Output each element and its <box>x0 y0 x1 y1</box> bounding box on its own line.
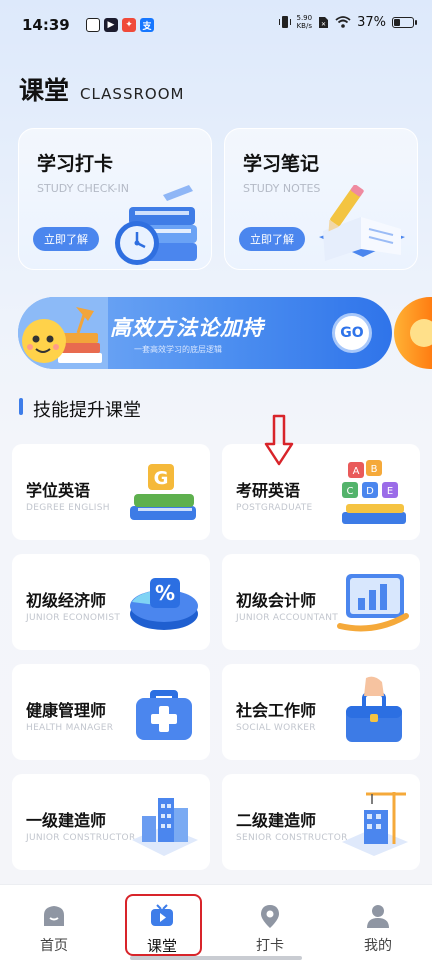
video-app-icon: ▶ <box>104 18 118 32</box>
course-card-first-class-constructor[interactable]: 一级建造师 JUNIOR CONSTRUCTOR <box>12 774 210 870</box>
home-indicator[interactable] <box>130 956 302 960</box>
course-card-postgraduate-english[interactable]: 考研英语 POSTGRADUATE A B C D E <box>222 444 420 540</box>
svg-text:%: % <box>155 581 175 605</box>
course-card-junior-economist[interactable]: 初级经济师 JUNIOR ECONOMIST % <box>12 554 210 650</box>
notebook-pencil-icon <box>319 185 405 261</box>
study-checkin-card[interactable]: 学习打卡 STUDY CHECK-IN 立即了解 <box>18 128 212 270</box>
svg-text:G: G <box>154 468 169 489</box>
course-title: 考研英语 <box>236 481 301 500</box>
svg-text:C: C <box>347 486 354 497</box>
network-speed: 5.90 KB/s <box>296 14 313 30</box>
next-banner-peek[interactable] <box>394 297 432 369</box>
go-button[interactable]: GO <box>332 313 372 353</box>
battery-percent: 37% <box>357 14 386 30</box>
learn-more-button[interactable]: 立即了解 <box>239 227 305 251</box>
study-notes-card[interactable]: 学习笔记 STUDY NOTES 立即了解 <box>224 128 418 270</box>
flame-icon <box>410 319 432 347</box>
mascot-lamp-icon <box>18 297 108 369</box>
notification-icons: ▶ ✦ 支 <box>86 18 154 32</box>
svg-text:E: E <box>387 486 393 497</box>
card-title: 学习打卡 <box>37 153 114 175</box>
course-card-health-manager[interactable]: 健康管理师 HEALTH MANAGER <box>12 664 210 760</box>
medical-kit-icon <box>136 690 192 740</box>
status-bar: 14:39 ▶ ✦ 支 5.90 KB/s ✕ 37% <box>0 0 432 50</box>
page-subtitle: CLASSROOM <box>80 85 185 103</box>
svg-text:B: B <box>371 464 378 475</box>
battery-icon <box>392 16 417 28</box>
location-pin-icon <box>261 905 279 928</box>
nav-item-mine[interactable]: 我的 <box>324 885 432 964</box>
svg-text:D: D <box>366 486 374 497</box>
nav-item-home[interactable]: 首页 <box>0 885 108 964</box>
course-subtitle: POSTGRADUATE <box>236 503 313 513</box>
section-accent-bar <box>19 398 23 415</box>
course-subtitle: HEALTH MANAGER <box>26 723 114 733</box>
abcde-blocks-icon: A B C D E <box>342 460 406 524</box>
course-title: 一级建造师 <box>26 811 107 830</box>
nav-label: 我的 <box>364 938 392 954</box>
course-title: 初级经济师 <box>26 591 107 610</box>
page-title: 课堂 <box>19 76 70 105</box>
user-icon <box>367 905 389 928</box>
classroom-tab-highlight-annotation <box>125 894 202 956</box>
course-card-social-worker[interactable]: 社会工作师 SOCIAL WORKER <box>222 664 420 760</box>
bottom-nav: 首页 课堂 打卡 我的 <box>0 884 432 964</box>
learn-more-button[interactable]: 立即了解 <box>33 227 99 251</box>
nav-label: 打卡 <box>256 938 284 954</box>
city-buildings-icon <box>132 798 198 856</box>
svg-text:A: A <box>353 466 360 477</box>
down-arrow-annotation-icon <box>264 414 294 466</box>
nav-item-checkin[interactable]: 打卡 <box>216 885 324 964</box>
clock-books-icon <box>115 185 197 265</box>
course-subtitle: JUNIOR ECONOMIST <box>26 613 121 623</box>
course-subtitle: SENIOR CONSTRUCTOR <box>236 833 348 843</box>
percent-chart-icon: % <box>130 578 198 630</box>
alipay-icon: 支 <box>140 18 154 32</box>
bar-chart-board-icon <box>337 574 409 632</box>
status-right: 5.90 KB/s ✕ 37% <box>278 14 417 30</box>
books-letter-g-icon: G <box>130 464 196 520</box>
course-title: 学位英语 <box>26 481 91 500</box>
nav-label: 首页 <box>40 938 68 954</box>
vibrate-icon <box>278 16 291 28</box>
crane-building-icon <box>342 792 408 856</box>
course-title: 初级会计师 <box>236 591 317 610</box>
banner-subtitle: 一套高效学习的底层逻辑 <box>134 345 222 354</box>
course-title: 二级建造师 <box>236 811 317 830</box>
briefcase-hand-icon <box>346 676 402 742</box>
svg-text:✕: ✕ <box>321 21 326 28</box>
sim-icon: ✕ <box>319 16 329 28</box>
course-subtitle: SOCIAL WORKER <box>236 723 316 733</box>
section-title: 技能提升课堂 <box>33 400 141 421</box>
banner-title: 高效方法论加持 <box>110 316 264 340</box>
course-subtitle: JUNIOR CONSTRUCTOR <box>26 833 136 843</box>
wifi-icon <box>335 16 351 28</box>
course-card-degree-english[interactable]: 学位英语 DEGREE ENGLISH G <box>12 444 210 540</box>
home-icon <box>44 906 64 926</box>
status-time: 14:39 <box>22 16 70 34</box>
course-title: 社会工作师 <box>236 701 317 720</box>
course-subtitle: JUNIOR ACCOUNTANT <box>236 613 339 623</box>
course-card-second-class-constructor[interactable]: 二级建造师 SENIOR CONSTRUCTOR <box>222 774 420 870</box>
method-banner[interactable]: 高效方法论加持 一套高效学习的底层逻辑 GO <box>18 297 392 369</box>
card-subtitle: STUDY NOTES <box>243 182 321 195</box>
course-title: 健康管理师 <box>26 701 107 720</box>
app-notification-icon <box>86 18 100 32</box>
red-app-icon: ✦ <box>122 18 136 32</box>
card-title: 学习笔记 <box>243 153 320 175</box>
course-card-junior-accountant[interactable]: 初级会计师 JUNIOR ACCOUNTANT <box>222 554 420 650</box>
course-subtitle: DEGREE ENGLISH <box>26 503 110 513</box>
